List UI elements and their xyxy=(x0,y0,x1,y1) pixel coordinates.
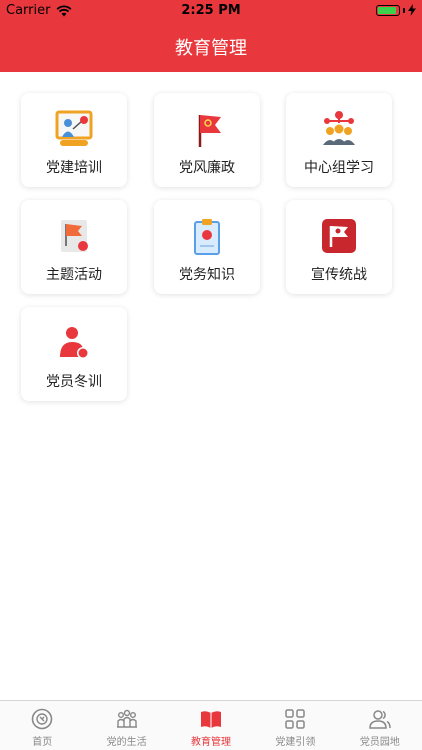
tab-party-leading[interactable]: 党建引领 xyxy=(253,701,337,750)
battery-icon xyxy=(376,4,400,16)
tile-party-integrity[interactable]: 党风廉政 xyxy=(154,93,260,187)
users-icon xyxy=(369,710,391,729)
tile-label: 党员冬训 xyxy=(46,374,102,390)
grid-squares-icon xyxy=(285,709,306,729)
tile-label: 党风廉政 xyxy=(179,160,235,176)
tab-party-life[interactable]: 党的生活 xyxy=(84,701,168,750)
status-bar: Carrier 2:25 PM xyxy=(0,0,422,22)
tab-label: 党员园地 xyxy=(359,737,400,748)
book-icon xyxy=(201,711,222,728)
tile-label: 党务知识 xyxy=(179,267,235,283)
party-flag-icon xyxy=(198,115,221,147)
people-group-icon xyxy=(116,709,137,728)
home-emblem-icon xyxy=(31,708,53,730)
red-flag-badge-icon xyxy=(322,219,356,253)
member-person-icon xyxy=(60,327,89,359)
tile-label: 主题活动 xyxy=(46,267,102,283)
tile-label: 党建培训 xyxy=(46,160,102,176)
tab-label: 教育管理 xyxy=(191,737,232,748)
battery-cap xyxy=(403,7,405,13)
tab-label: 党建引领 xyxy=(275,737,316,748)
activity-flag-icon xyxy=(61,220,88,252)
status-time: 2:25 PM xyxy=(181,3,241,18)
tile-member-winter-training[interactable]: 党员冬训 xyxy=(21,307,127,401)
group-study-icon xyxy=(323,111,355,145)
tile-party-training[interactable]: 党建培训 xyxy=(21,93,127,187)
tile-theme-activity[interactable]: 主题活动 xyxy=(21,200,127,294)
tab-home[interactable]: 首页 xyxy=(0,701,84,750)
status-right xyxy=(376,4,416,16)
nav-bar: 教育管理 xyxy=(0,22,422,72)
tile-propaganda-united-front[interactable]: 宣传统战 xyxy=(286,200,392,294)
training-board-icon xyxy=(55,110,93,146)
tab-member-garden[interactable]: 党员园地 xyxy=(338,701,422,750)
tab-education-management[interactable]: 教育管理 xyxy=(169,701,253,750)
tab-label: 党的生活 xyxy=(106,737,147,748)
tile-central-group-study[interactable]: 中心组学习 xyxy=(286,93,392,187)
tile-party-knowledge[interactable]: 党务知识 xyxy=(154,200,260,294)
tile-label: 中心组学习 xyxy=(304,160,374,176)
tab-label: 首页 xyxy=(32,737,53,748)
tile-label: 宣传统战 xyxy=(311,267,367,283)
page-title: 教育管理 xyxy=(175,38,247,59)
charging-bolt-icon xyxy=(408,4,416,16)
tab-bar: 首页 党的生活 教育管理 党建引领 党员园地 xyxy=(0,700,422,750)
clipboard-icon xyxy=(194,219,220,255)
